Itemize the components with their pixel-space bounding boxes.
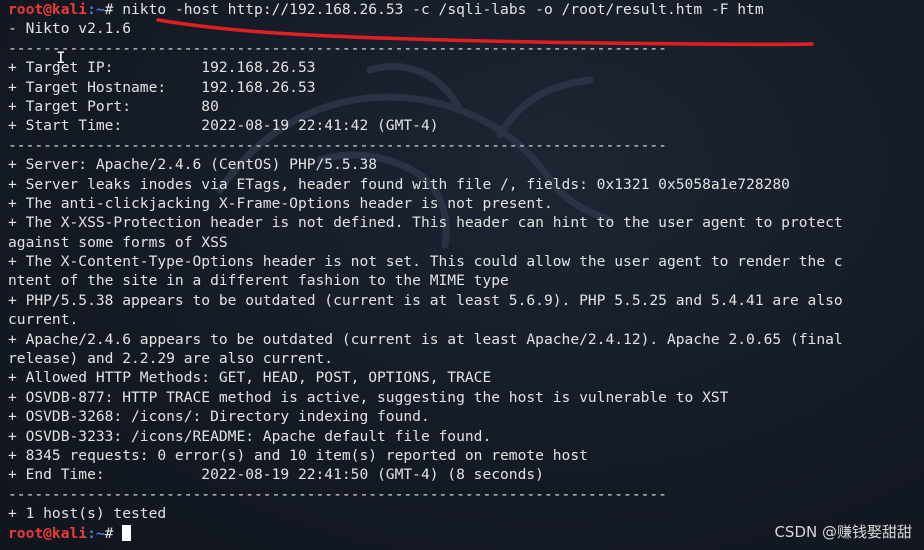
output-line: + OSVDB-3268: /icons/: Directory indexin… [8,408,430,426]
command-line: root@kali:~# nikto -host http://192.168.… [8,0,843,19]
output-line: + Server: Apache/2.4.6 (CentOS) PHP/5.5.… [8,156,378,174]
output-line: release) and 2.2.29 are also current. [8,350,334,368]
output-line: + PHP/5.5.38 appears to be outdated (cur… [8,291,843,309]
input-line[interactable]: root@kali:~# [8,524,843,543]
output-line: + Start Time: 2022-08-19 22:41:42 (GMT-4… [8,117,439,135]
output-line: + 8345 requests: 0 error(s) and 10 item(… [8,446,588,464]
output-line: ntent of the site in a different fashion… [8,272,509,290]
output-line: + Apache/2.4.6 appears to be outdated (c… [8,330,843,348]
output-line: + End Time: 2022-08-19 22:41:50 (GMT-4) … [8,466,544,484]
output-line: + The X-Content-Type-Options header is n… [8,253,843,271]
prompt-symbol: # [104,524,123,542]
output-line: + OSVDB-3233: /icons/README: Apache defa… [8,427,492,445]
command-text: nikto -host http://192.168.26.53 -c /sql… [122,1,764,18]
output-line: ----------------------------------------… [8,136,667,154]
terminal-window[interactable]: root@kali:~# nikto -host http://192.168.… [0,0,924,550]
output-line: ----------------------------------------… [8,485,667,503]
prompt-path: :~ [87,1,105,18]
prompt-user-host: root@kali [8,1,88,18]
prompt-symbol: # [104,1,123,18]
output-line: + The anti-clickjacking X-Frame-Options … [8,194,553,212]
output-line: + The X-XSS-Protection header is not def… [8,214,843,232]
mouse-ibeam-cursor-icon: I [56,48,66,67]
output-line: + Target Hostname: 192.168.26.53 [8,78,316,96]
prompt-user-host: root@kali [8,524,88,542]
output-line: current. [8,311,79,329]
output-line: + Target IP: 192.168.26.53 [8,59,316,77]
output-line: + Allowed HTTP Methods: GET, HEAD, POST,… [8,369,492,387]
output-line: against some forms of XSS [8,233,228,251]
output-line: + 1 host(s) tested [8,505,167,523]
output-line: - Nikto v2.1.6 [8,20,132,38]
output-line: + Target Port: 80 [8,97,219,115]
output-line: + OSVDB-877: HTTP TRACE method is active… [8,388,729,406]
scan-output: - Nikto v2.1.6 --------------------------… [8,19,843,523]
output-line: ----------------------------------------… [8,39,667,57]
terminal-output: root@kali:~# nikto -host http://192.168.… [8,0,843,543]
prompt-path: :~ [87,524,105,542]
text-cursor [122,524,132,541]
output-line: + Server leaks inodes via ETags, header … [8,175,790,193]
csdn-watermark: CSDN @赚钱娶甜甜 [774,523,912,541]
